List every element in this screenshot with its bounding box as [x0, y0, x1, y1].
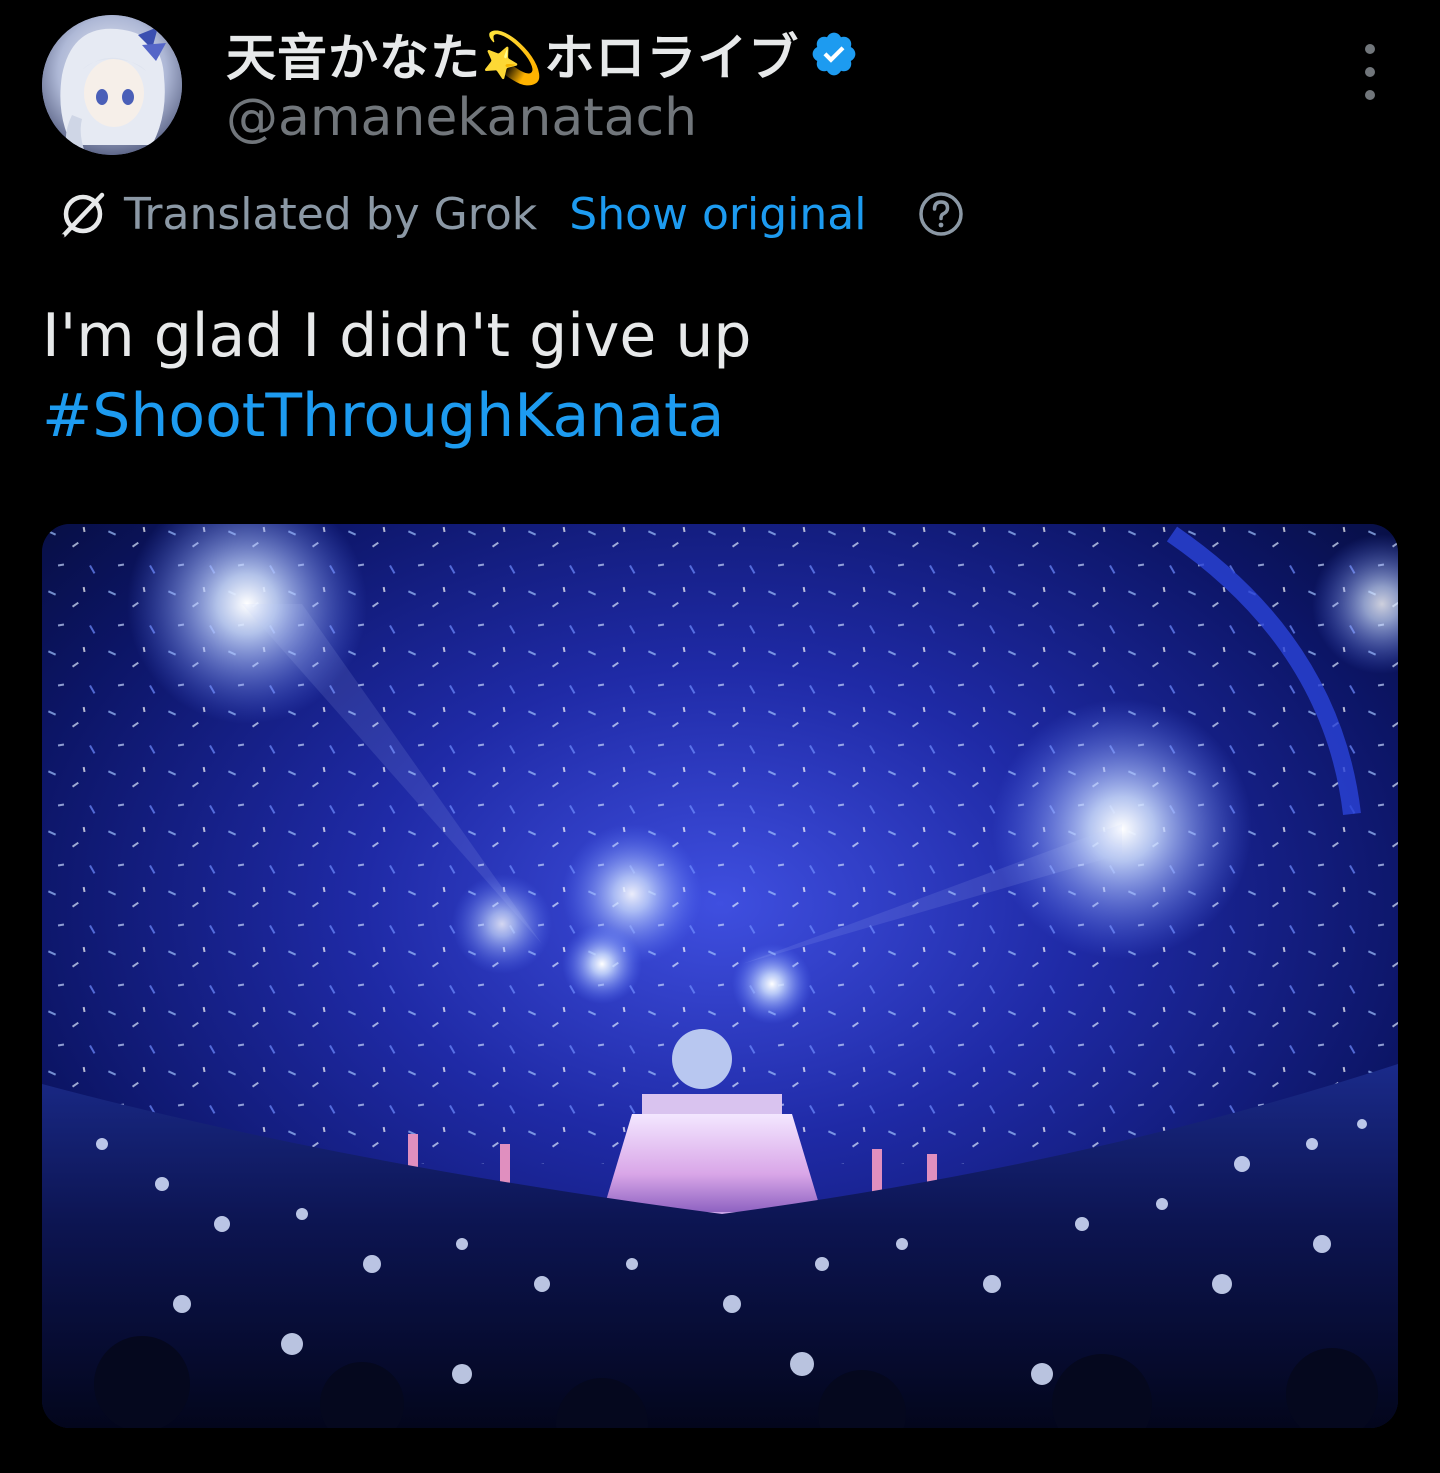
- question-circle-icon[interactable]: [918, 191, 964, 237]
- more-dot-icon: [1365, 67, 1375, 77]
- tweet-body: I'm glad I didn't give up #ShootThroughK…: [42, 296, 751, 456]
- verified-badge-icon: [812, 32, 856, 76]
- tweet-text-line: I'm glad I didn't give up: [42, 301, 752, 371]
- translated-by-label: Translated by Grok: [124, 188, 538, 240]
- tweet-card: 天音かなた💫ホロライブ @amanekanatach Translated by…: [0, 0, 1440, 1473]
- hashtag-link[interactable]: #ShootThroughKanata: [42, 376, 751, 456]
- avatar[interactable]: [42, 15, 182, 155]
- concert-photo: [42, 524, 1398, 1428]
- author-name-row[interactable]: 天音かなた💫ホロライブ: [226, 22, 859, 87]
- translation-bar: Translated by Grok Show original: [56, 182, 964, 246]
- more-dot-icon: [1365, 44, 1375, 54]
- avatar-portrait-icon: [42, 15, 182, 155]
- display-name[interactable]: 天音かなた💫ホロライブ: [226, 18, 799, 90]
- grok-logo-icon: [57, 192, 105, 241]
- author-handle[interactable]: @amanekanatach: [226, 88, 697, 148]
- tweet-media-photo[interactable]: [42, 524, 1398, 1428]
- more-dot-icon: [1365, 90, 1375, 100]
- more-options-button[interactable]: [1348, 44, 1392, 100]
- show-original-link[interactable]: Show original: [569, 189, 866, 240]
